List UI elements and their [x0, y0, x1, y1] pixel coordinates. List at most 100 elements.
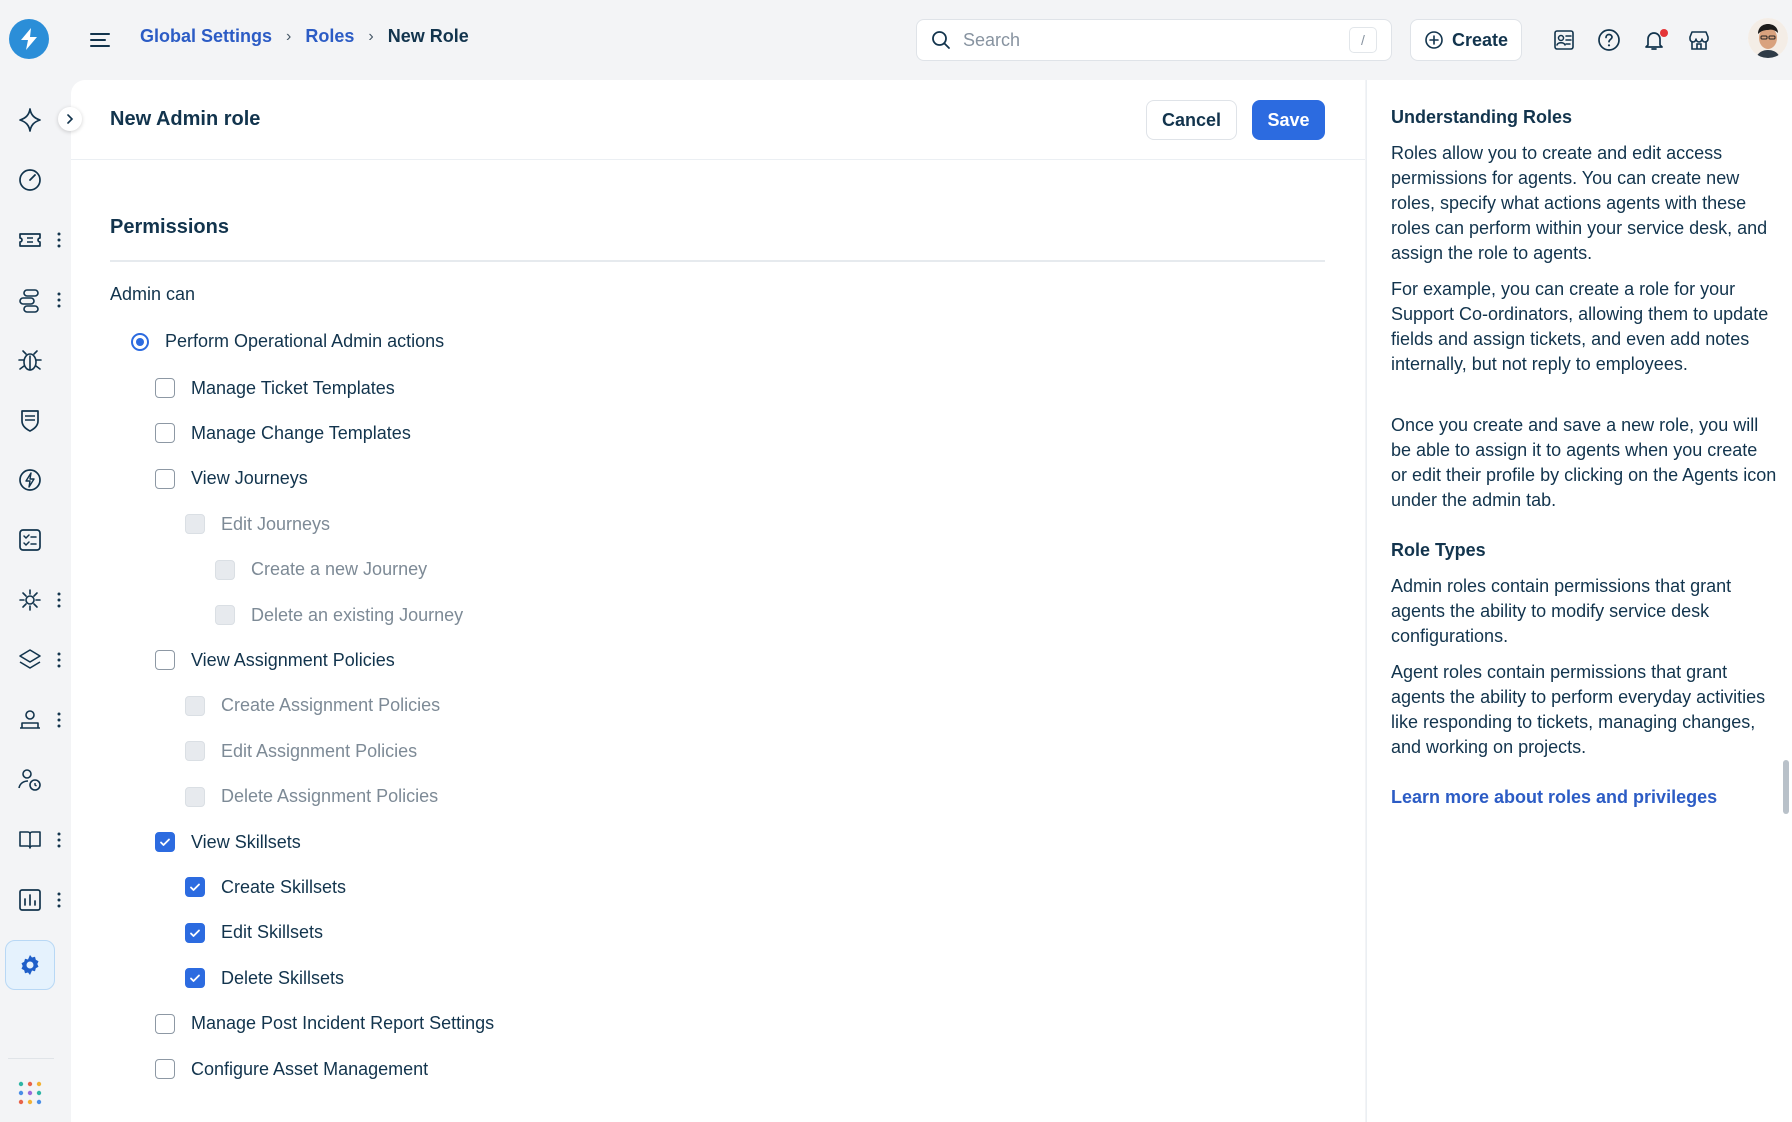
chevron-right-icon: › [286, 27, 292, 45]
checkbox [185, 786, 205, 807]
change-icon[interactable] [16, 466, 44, 494]
check-icon [160, 838, 170, 846]
permission-label: Delete an existing Journey [251, 604, 464, 625]
permission-label: Manage Change Templates [191, 422, 411, 443]
search-input[interactable]: Search / [916, 19, 1392, 61]
permission-row[interactable]: Manage Change Templates [155, 421, 411, 445]
checkbox-checked[interactable] [185, 877, 205, 898]
permission-row[interactable]: View Journeys [155, 467, 308, 491]
checkbox [185, 514, 205, 535]
checkbox [215, 559, 235, 580]
check-icon [190, 883, 200, 892]
gear-network-icon[interactable] [16, 586, 44, 614]
more-icon[interactable] [56, 831, 62, 849]
permission-row[interactable]: Manage Post Incident Report Settings [155, 1012, 494, 1036]
operational-admin-radio[interactable]: Perform Operational Admin actions [131, 331, 444, 352]
shortcut-key: / [1349, 27, 1377, 53]
more-icon[interactable] [56, 591, 62, 609]
breadcrumb-global-settings[interactable]: Global Settings [140, 26, 272, 47]
checkbox[interactable] [155, 378, 175, 398]
more-icon[interactable] [56, 891, 62, 909]
permission-label: Edit Journeys [221, 513, 331, 534]
dashboard-icon[interactable] [16, 166, 44, 194]
checkbox[interactable] [155, 650, 175, 671]
cancel-button[interactable]: Cancel [1146, 100, 1237, 140]
checkbox-checked[interactable] [155, 832, 175, 852]
permission-label: View Skillsets [191, 831, 301, 852]
learn-more-link[interactable]: Learn more about roles and privileges [1391, 787, 1717, 808]
checkbox[interactable] [155, 468, 175, 489]
permission-label: Delete Skillsets [221, 967, 345, 988]
create-button[interactable]: Create [1410, 19, 1522, 61]
radio-selected[interactable] [131, 332, 149, 351]
more-icon[interactable] [56, 651, 62, 669]
checkbox[interactable] [155, 1013, 175, 1034]
permission-row[interactable]: Edit Skillsets [185, 921, 323, 945]
workflow-icon[interactable] [16, 286, 44, 314]
help-paragraph: Once you create and save a new role, you… [1391, 415, 1777, 510]
more-icon[interactable] [56, 711, 62, 729]
layers-icon[interactable] [16, 646, 44, 674]
menu-icon[interactable] [88, 28, 112, 52]
chevron-right-icon [67, 114, 74, 124]
checkbox-checked[interactable] [185, 968, 205, 989]
contacts-icon[interactable] [1551, 27, 1577, 53]
create-label: Create [1451, 29, 1509, 50]
permission-label: Create Assignment Policies [221, 695, 441, 716]
scrollbar-thumb[interactable] [1783, 760, 1789, 814]
breadcrumb-current: New Role [387, 26, 469, 46]
admin-settings-nav[interactable] [5, 940, 55, 990]
help-side-panel: Understanding Roles Roles allow you to c… [1366, 80, 1792, 1122]
permission-label: Edit Skillsets [221, 922, 324, 943]
save-button[interactable]: Save [1252, 100, 1325, 140]
permission-label: Create a new Journey [251, 559, 428, 580]
permission-row[interactable]: View Assignment Policies [155, 648, 395, 672]
app-logo[interactable] [9, 19, 49, 59]
permission-row[interactable]: Delete Skillsets [185, 966, 344, 990]
sparkle-icon[interactable] [16, 106, 44, 134]
user-clock-icon[interactable] [16, 766, 44, 794]
help-icon[interactable] [1596, 27, 1622, 53]
task-list-icon[interactable] [16, 526, 44, 554]
more-icon[interactable] [56, 231, 62, 249]
permission-row: Create Assignment Policies [185, 694, 440, 718]
help-paragraph: Agent roles contain permissions that gra… [1391, 662, 1766, 757]
more-icon[interactable] [56, 291, 62, 309]
expand-nav-button[interactable] [58, 107, 82, 131]
permission-label: View Journeys [191, 468, 308, 489]
admin-can-label: Admin can [110, 284, 196, 304]
permission-label: Create Skillsets [221, 876, 347, 897]
checkbox [215, 605, 235, 625]
breadcrumb: Global Settings › Roles › New Role [140, 26, 469, 47]
check-icon [190, 974, 200, 983]
permission-row[interactable]: View Skillsets [155, 830, 301, 854]
permission-row[interactable]: Manage Ticket Templates [155, 376, 395, 400]
shield-icon[interactable] [16, 406, 44, 434]
check-icon [190, 929, 200, 937]
help-paragraph: Roles allow you to create and edit acces… [1391, 143, 1768, 263]
analytics-icon[interactable] [16, 886, 44, 914]
book-icon[interactable] [16, 826, 44, 854]
permission-row: Edit Journeys [185, 512, 330, 536]
breadcrumb-roles[interactable]: Roles [305, 26, 354, 47]
checkbox[interactable] [155, 1059, 175, 1079]
permission-label: Manage Ticket Templates [191, 377, 395, 398]
bug-icon[interactable] [16, 346, 44, 374]
understanding-roles-heading: Understanding Roles [1391, 107, 1573, 127]
checkbox [185, 695, 205, 716]
checkbox-checked[interactable] [185, 922, 205, 943]
ticket-icon[interactable] [16, 226, 44, 254]
plus-circle-icon [1425, 31, 1443, 49]
user-avatar[interactable] [1748, 18, 1788, 58]
permission-row[interactable]: Create Skillsets [185, 875, 346, 899]
permission-label: Manage Post Incident Report Settings [191, 1013, 495, 1034]
marketplace-icon[interactable] [1686, 27, 1712, 53]
permission-row: Edit Assignment Policies [185, 739, 417, 763]
permission-row: Delete an existing Journey [215, 603, 463, 627]
notification-dot [1660, 29, 1668, 37]
permission-row[interactable]: Configure Asset Management [155, 1057, 428, 1081]
checkbox[interactable] [155, 423, 175, 444]
help-paragraph: Admin roles contain permissions that gra… [1391, 576, 1732, 646]
user-desk-icon[interactable] [16, 706, 44, 734]
apps-grid-icon[interactable] [18, 1081, 42, 1105]
